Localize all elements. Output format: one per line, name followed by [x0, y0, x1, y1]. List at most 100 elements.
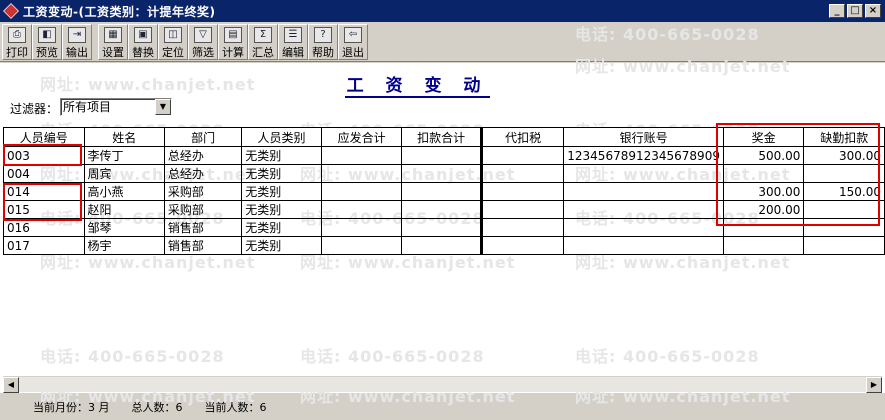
toolbar-button-replace[interactable]: ▣ 替换: [128, 24, 158, 60]
table-cell[interactable]: [563, 200, 724, 219]
table-cell[interactable]: [320, 146, 403, 165]
column-header[interactable]: 姓名: [83, 127, 165, 147]
table-cell[interactable]: [320, 182, 403, 201]
table-cell[interactable]: [563, 182, 724, 201]
table-cell[interactable]: [722, 236, 805, 255]
table-cell[interactable]: [722, 164, 805, 183]
table-cell[interactable]: 004: [3, 164, 85, 183]
table-cell[interactable]: 销售部: [163, 236, 243, 255]
table-cell[interactable]: [563, 218, 724, 237]
toolbar-button-calculate[interactable]: ▤ 计算: [218, 24, 248, 60]
table-cell[interactable]: 003: [3, 146, 85, 165]
toolbar-button-filter[interactable]: ▽ 筛选: [188, 24, 218, 60]
table-cell[interactable]: 200.00: [722, 200, 805, 219]
table-cell[interactable]: [803, 218, 885, 237]
table-cell[interactable]: [401, 218, 482, 237]
table-cell[interactable]: [401, 182, 482, 201]
table-cell[interactable]: [803, 236, 885, 255]
table-cell[interactable]: 杨宇: [83, 236, 165, 255]
table-cell[interactable]: [722, 218, 805, 237]
table-cell[interactable]: [320, 164, 403, 183]
column-header[interactable]: 扣款合计: [401, 127, 482, 147]
table-cell[interactable]: 无类别: [241, 218, 322, 237]
scroll-left-icon[interactable]: ◀: [3, 377, 19, 393]
table-cell[interactable]: [401, 164, 482, 183]
table-row[interactable]: 003 李传丁 总经办 无类别 12345678912345678909 500.00 30…: [3, 146, 885, 165]
table-cell[interactable]: 周宾: [83, 164, 165, 183]
horizontal-scrollbar[interactable]: ◀ ▶: [3, 376, 882, 393]
table-cell[interactable]: [479, 236, 565, 255]
column-header[interactable]: 人员类别: [241, 127, 322, 147]
toolbar-button-exit[interactable]: ⇦ 退出: [338, 24, 368, 60]
minimize-button[interactable]: _: [829, 4, 845, 18]
column-header[interactable]: 部门: [163, 127, 243, 147]
table-cell[interactable]: 300.00: [803, 146, 885, 165]
column-header[interactable]: 银行账号: [563, 127, 724, 147]
table-cell[interactable]: [563, 164, 724, 183]
toolbar-button-edit[interactable]: ☰ 编辑: [278, 24, 308, 60]
toolbar-button-export[interactable]: ⇥ 输出: [62, 24, 92, 60]
chevron-down-icon[interactable]: ▼: [155, 99, 171, 115]
column-header[interactable]: 代扣税: [479, 127, 565, 147]
toolbar-button-printer[interactable]: ⎙ 打印: [2, 24, 32, 60]
table-cell[interactable]: 销售部: [163, 218, 243, 237]
edit-icon: ☰: [284, 27, 302, 43]
table-cell[interactable]: 150.00: [803, 182, 885, 201]
table-cell[interactable]: 高小燕: [83, 182, 165, 201]
table-row[interactable]: 015 赵阳 采购部 无类别 200.00: [3, 200, 885, 219]
table-cell[interactable]: [563, 236, 724, 255]
table-cell[interactable]: [401, 200, 482, 219]
table-cell[interactable]: [479, 146, 565, 165]
table-row[interactable]: 014 高小燕 采购部 无类别 300.00 150.00: [3, 182, 885, 201]
table-cell[interactable]: 赵阳: [83, 200, 165, 219]
table-cell[interactable]: [320, 200, 403, 219]
column-header[interactable]: 缺勤扣款: [803, 127, 885, 147]
table-cell[interactable]: 采购部: [163, 200, 243, 219]
toolbar-button-locate[interactable]: ◫ 定位: [158, 24, 188, 60]
table-cell[interactable]: 017: [3, 236, 85, 255]
close-button[interactable]: ×: [865, 4, 881, 18]
status-bar: 当前月份：3 月 总人数：6 当前人数：6: [0, 393, 885, 420]
table-row[interactable]: 004 周宾 总经办 无类别: [3, 164, 885, 183]
table-cell[interactable]: 300.00: [722, 182, 805, 201]
table-cell[interactable]: [479, 182, 565, 201]
toolbar-button-settings[interactable]: ▦ 设置: [98, 24, 128, 60]
table-cell[interactable]: 无类别: [241, 164, 322, 183]
table-row[interactable]: 016 邹琴 销售部 无类别: [3, 218, 885, 237]
column-header[interactable]: 应发合计: [320, 127, 403, 147]
table-cell[interactable]: 12345678912345678909: [563, 146, 724, 165]
toolbar-button-summary[interactable]: Σ 汇总: [248, 24, 278, 60]
filter-select[interactable]: 所有项目 ▼: [60, 98, 172, 116]
table-cell[interactable]: [803, 164, 885, 183]
table-cell[interactable]: 500.00: [722, 146, 805, 165]
table-cell[interactable]: [479, 164, 565, 183]
table-cell[interactable]: 采购部: [163, 182, 243, 201]
toolbar-button-help[interactable]: ? 帮助: [308, 24, 338, 60]
table-cell[interactable]: 无类别: [241, 146, 322, 165]
toolbar-button-preview[interactable]: ◧ 预览: [32, 24, 62, 60]
column-header[interactable]: 奖金: [722, 127, 805, 147]
table-cell[interactable]: 总经办: [163, 164, 243, 183]
table-cell[interactable]: [479, 218, 565, 237]
toolbar-label: 打印: [6, 46, 28, 59]
table-cell[interactable]: [479, 200, 565, 219]
table-cell[interactable]: 无类别: [241, 182, 322, 201]
restore-button[interactable]: □: [847, 4, 863, 18]
table-cell[interactable]: 无类别: [241, 236, 322, 255]
table-cell[interactable]: [320, 218, 403, 237]
table-cell[interactable]: 016: [3, 218, 85, 237]
table-cell[interactable]: 无类别: [241, 200, 322, 219]
settings-icon: ▦: [104, 27, 122, 43]
table-cell[interactable]: 014: [3, 182, 85, 201]
column-header[interactable]: 人员编号: [3, 127, 85, 147]
table-cell[interactable]: 邹琴: [83, 218, 165, 237]
scroll-right-icon[interactable]: ▶: [866, 377, 882, 393]
table-cell[interactable]: 李传丁: [83, 146, 165, 165]
table-cell[interactable]: [320, 236, 403, 255]
table-cell[interactable]: [401, 146, 482, 165]
table-cell[interactable]: 总经办: [163, 146, 243, 165]
table-cell[interactable]: [803, 200, 885, 219]
table-cell[interactable]: 015: [3, 200, 85, 219]
table-cell[interactable]: [401, 236, 482, 255]
table-row[interactable]: 017 杨宇 销售部 无类别: [3, 236, 885, 255]
